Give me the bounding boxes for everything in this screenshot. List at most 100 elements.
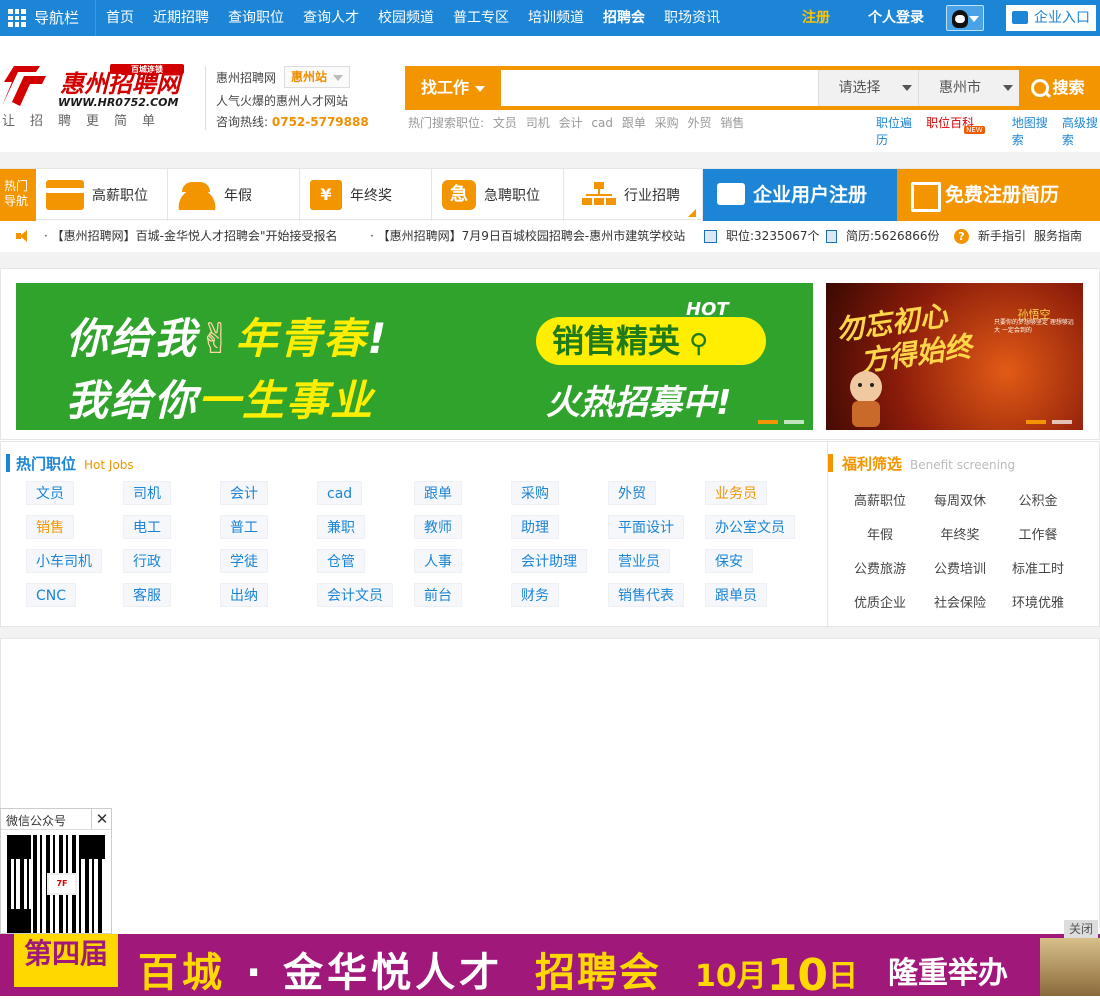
welfare-filter-item[interactable]: 标准工时 xyxy=(998,558,1078,577)
hot-job-tag[interactable]: 客服 xyxy=(123,583,171,607)
nav-link-general-workers[interactable]: 普工专区 xyxy=(453,0,509,36)
welfare-filter-item[interactable]: 年假 xyxy=(840,524,920,543)
hot-job-tag[interactable]: 出纳 xyxy=(220,583,268,607)
welfare-filter-item[interactable]: 社会保险 xyxy=(920,592,1000,611)
welfare-filter-item[interactable]: 每周双休 xyxy=(920,490,1000,509)
enterprise-entry-button[interactable]: 企业入口 xyxy=(1006,5,1096,31)
category-select[interactable]: 请选择 xyxy=(818,70,918,106)
hot-job-tag[interactable]: 办公室文员 xyxy=(705,515,795,539)
nav-link-career-news[interactable]: 职场资讯 xyxy=(664,0,720,36)
welfare-filter-item[interactable]: 优质企业 xyxy=(840,592,920,611)
hot-job-tag[interactable]: 人事 xyxy=(414,549,462,573)
carousel-dot[interactable] xyxy=(784,420,804,424)
banner-line2: 我给你一生事业 xyxy=(66,367,374,428)
nav-menu-toggle[interactable]: 导航栏 xyxy=(8,0,79,36)
hot-term[interactable]: 跟单 xyxy=(622,116,646,130)
hot-job-tag[interactable]: 会计助理 xyxy=(511,549,587,573)
job-traverse-link[interactable]: 职位遍历 xyxy=(876,114,914,148)
search-button[interactable]: 搜索 xyxy=(1019,66,1100,110)
hot-job-tag[interactable]: 跟单员 xyxy=(705,583,767,607)
banner-wukong[interactable]: 勿忘初心 方得始终 孙悟空 只要你的梦想够坚定 理想够远大 一定会到的 xyxy=(826,283,1083,430)
hot-job-tag[interactable]: 销售 xyxy=(26,515,74,539)
hot-job-tag[interactable]: 跟单 xyxy=(414,481,462,505)
hot-term[interactable]: 文员 xyxy=(493,116,517,130)
service-guide-link[interactable]: 服务指南 xyxy=(1034,221,1082,251)
hot-job-tag[interactable]: 销售代表 xyxy=(608,583,684,607)
hot-job-tag[interactable]: 平面设计 xyxy=(608,515,684,539)
nav-link-home[interactable]: 首页 xyxy=(106,0,134,36)
guide-link[interactable]: 新手指引 xyxy=(978,221,1026,251)
banner-sales-recruit[interactable]: 你给我✌年青春! 我给你一生事业 销售精英 ⚲ HOT 火热招募中! xyxy=(16,283,813,430)
hot-term[interactable]: cad xyxy=(591,116,613,130)
hot-job-tag[interactable]: CNC xyxy=(26,583,77,607)
register-link[interactable]: 注册 xyxy=(802,0,830,36)
welfare-filter-item[interactable]: 高薪职位 xyxy=(840,490,920,509)
nav-link-search-jobs[interactable]: 查询职位 xyxy=(228,0,284,36)
search-type-select[interactable]: 找工作 xyxy=(405,66,501,110)
hot-job-tag[interactable]: 采购 xyxy=(511,481,559,505)
hot-job-tag[interactable]: 财务 xyxy=(511,583,559,607)
hot-job-tag[interactable]: 业务员 xyxy=(705,481,767,505)
advanced-search-link[interactable]: 高级搜索 xyxy=(1062,114,1100,148)
hot-job-tag[interactable]: 会计文员 xyxy=(317,583,393,607)
hot-job-tag[interactable]: cad xyxy=(317,481,363,505)
hot-job-tag[interactable]: 普工 xyxy=(220,515,268,539)
notice-item[interactable]: · 【惠州招聘网】百城-金华悦人才招聘会"开始接受报名 xyxy=(44,221,338,251)
hot-job-tag[interactable]: 营业员 xyxy=(608,549,670,573)
welfare-filter-item[interactable]: 公费培训 xyxy=(920,558,1000,577)
notice-item[interactable]: · 【惠州招聘网】7月9日百城校园招聘会-惠州市建筑学校站 xyxy=(370,221,685,251)
hot-job-tag[interactable]: 电工 xyxy=(123,515,171,539)
hot-job-tag[interactable]: 行政 xyxy=(123,549,171,573)
cat-industry-jobs[interactable]: 行业招聘 xyxy=(564,169,703,221)
welfare-filter-item[interactable]: 环境优雅 xyxy=(998,592,1078,611)
cat-high-salary[interactable]: 高薪职位 xyxy=(36,169,168,221)
hot-term[interactable]: 采购 xyxy=(655,116,679,130)
hot-term[interactable]: 销售 xyxy=(720,116,744,130)
hot-search-terms: 热门搜索职位: 文员 司机 会计 cad 跟单 采购 外贸 销售 xyxy=(408,114,749,131)
cat-urgent-jobs[interactable]: 急 急聘职位 xyxy=(432,169,564,221)
hot-job-tag[interactable]: 仓管 xyxy=(317,549,365,573)
job-wiki-link[interactable]: 职位百科NEW xyxy=(926,114,1000,148)
site-logo[interactable]: 百城连锁 惠州招聘网 WWW.HR0752.COM 让招聘更简单 xyxy=(0,62,192,129)
station-select[interactable]: 惠州站 xyxy=(284,66,351,88)
close-banner-button[interactable]: 关闭 xyxy=(1064,920,1098,938)
job-fair-banner[interactable]: 第四届 百城 · 金华悦人才 招聘会 10月10日 隆重举办 xyxy=(0,934,1100,996)
city-select[interactable]: 惠州市 xyxy=(918,70,1019,106)
welfare-filter-item[interactable]: 工作餐 xyxy=(998,524,1078,543)
search-input[interactable] xyxy=(501,70,818,106)
cat-year-end-bonus[interactable]: ¥ 年终奖 xyxy=(300,169,432,221)
close-icon[interactable]: ✕ xyxy=(91,809,112,829)
hot-job-tag[interactable]: 外贸 xyxy=(608,481,656,505)
hot-job-tag[interactable]: 教师 xyxy=(414,515,462,539)
enterprise-register-button[interactable]: 企业用户注册 xyxy=(703,169,897,221)
nav-link-search-talent[interactable]: 查询人才 xyxy=(303,0,359,36)
carousel-dot[interactable] xyxy=(1026,420,1046,424)
hot-term[interactable]: 会计 xyxy=(559,116,583,130)
welfare-filter-item[interactable]: 年终奖 xyxy=(920,524,1000,543)
hot-job-tag[interactable]: 兼职 xyxy=(317,515,365,539)
site-info: 惠州招聘网 惠州站 人气火爆的惠州人才网站 咨询热线: 0752-5779888 xyxy=(205,66,385,130)
hot-job-tag[interactable]: 司机 xyxy=(123,481,171,505)
hot-job-tag[interactable]: 保安 xyxy=(705,549,753,573)
nav-link-job-fair[interactable]: 招聘会 xyxy=(603,0,645,36)
carousel-dot[interactable] xyxy=(1052,420,1072,424)
hot-job-tag[interactable]: 小车司机 xyxy=(26,549,102,573)
personal-login-link[interactable]: 个人登录 xyxy=(868,0,924,36)
nav-link-recent-jobs[interactable]: 近期招聘 xyxy=(153,0,209,36)
hot-job-tag[interactable]: 文员 xyxy=(26,481,74,505)
hot-term[interactable]: 司机 xyxy=(526,116,550,130)
qq-login-button[interactable] xyxy=(946,5,984,31)
map-search-link[interactable]: 地图搜索 xyxy=(1012,114,1050,148)
hot-term[interactable]: 外贸 xyxy=(688,116,712,130)
resume-register-button[interactable]: 免费注册简历 xyxy=(897,169,1100,221)
hot-job-tag[interactable]: 助理 xyxy=(511,515,559,539)
hot-job-tag[interactable]: 会计 xyxy=(220,481,268,505)
hot-job-tag[interactable]: 学徒 xyxy=(220,549,268,573)
nav-link-campus[interactable]: 校园频道 xyxy=(378,0,434,36)
carousel-dot[interactable] xyxy=(758,420,778,424)
welfare-filter-item[interactable]: 公积金 xyxy=(998,490,1078,509)
nav-link-training[interactable]: 培训频道 xyxy=(528,0,584,36)
hot-job-tag[interactable]: 前台 xyxy=(414,583,462,607)
welfare-filter-item[interactable]: 公费旅游 xyxy=(840,558,920,577)
cat-annual-leave[interactable]: 年假 xyxy=(168,169,300,221)
